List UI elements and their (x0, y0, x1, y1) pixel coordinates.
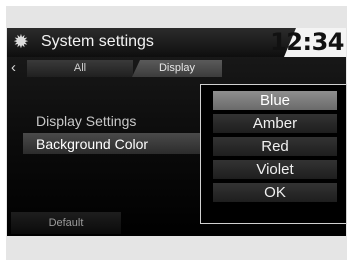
option-ok[interactable]: OK (213, 183, 337, 202)
default-button[interactable]: Default (11, 212, 121, 234)
option-violet[interactable]: Violet (213, 160, 337, 179)
tab-bar: ‹ All Display (7, 58, 346, 80)
menu-item-background-color[interactable]: Background Color (36, 136, 148, 152)
option-amber[interactable]: Amber (213, 114, 337, 133)
header-bar: ✹ System settings 12:34 (7, 28, 346, 57)
option-red[interactable]: Red (213, 137, 337, 156)
menu-item-display-settings[interactable]: Display Settings (36, 113, 136, 129)
tab-all[interactable]: All (27, 60, 133, 77)
option-blue[interactable]: Blue (213, 91, 337, 110)
tab-display[interactable]: Display (132, 60, 222, 77)
page-title: System settings (41, 33, 154, 50)
clock: 12:34 (270, 28, 344, 56)
color-picker-popup: Blue Amber Red Violet OK (200, 84, 347, 224)
back-arrow-icon[interactable]: ‹ (11, 59, 16, 76)
gear-icon: ✹ (13, 31, 29, 53)
